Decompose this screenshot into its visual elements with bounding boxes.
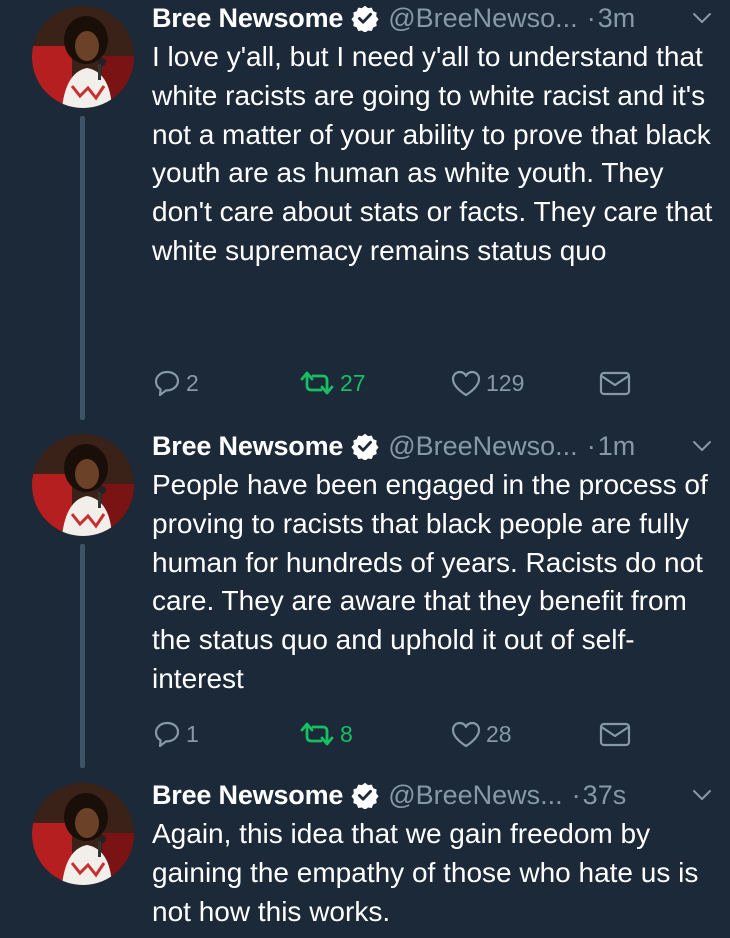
retweet-icon <box>300 371 334 395</box>
envelope-icon <box>599 371 631 396</box>
direct-message-button[interactable] <box>598 716 632 752</box>
tweet-header: Bree Newsome @BreeNews... · 37s <box>152 777 718 813</box>
display-name[interactable]: Bree Newsome <box>152 780 343 811</box>
chevron-down-icon[interactable] <box>690 783 714 807</box>
like-count: 129 <box>486 369 525 396</box>
tweet-header: Bree Newsome @BreeNewso... · 1m <box>152 428 718 464</box>
tweet-3[interactable]: Bree Newsome @BreeNews... · 37s Again, t… <box>0 777 730 938</box>
separator-dot: · <box>586 2 596 33</box>
retweet-count: 8 <box>340 720 353 747</box>
avatar[interactable] <box>32 783 134 885</box>
envelope-icon <box>599 722 631 747</box>
retweet-button[interactable]: 8 <box>298 716 353 752</box>
tweet-text: I love y'all, but I need y'all to unders… <box>152 41 713 266</box>
verified-badge-icon <box>351 782 379 809</box>
like-button[interactable]: 129 <box>450 365 524 401</box>
chevron-down-icon[interactable] <box>690 6 714 30</box>
timestamp[interactable]: 37s <box>583 780 627 811</box>
separator-dot: · <box>586 430 596 461</box>
like-count: 28 <box>486 720 512 747</box>
reply-icon <box>154 370 180 397</box>
reply-icon <box>154 721 180 748</box>
reply-count: 2 <box>186 369 199 396</box>
verified-badge-icon <box>351 5 379 32</box>
chevron-down-icon[interactable] <box>690 434 714 458</box>
like-button[interactable]: 28 <box>450 716 512 752</box>
thread-line <box>80 544 85 768</box>
avatar[interactable] <box>32 434 134 536</box>
display-name[interactable]: Bree Newsome <box>152 3 343 34</box>
thread-line <box>80 116 85 420</box>
direct-message-button[interactable] <box>598 365 632 401</box>
tweet-header: Bree Newsome @BreeNewso... · 3m <box>152 0 718 36</box>
tweet-1[interactable]: Bree Newsome @BreeNewso... · 3m I love y… <box>0 0 730 420</box>
tweet-actions: 1 8 28 <box>152 716 642 752</box>
heart-icon <box>451 370 481 397</box>
separator-dot: · <box>571 779 581 810</box>
avatar[interactable] <box>32 6 134 108</box>
timestamp[interactable]: 3m <box>598 3 636 34</box>
tweet-text: Again, this idea that we gain freedom by… <box>152 818 699 927</box>
retweet-count: 27 <box>340 369 366 396</box>
retweet-button[interactable]: 27 <box>298 365 366 401</box>
reply-button[interactable]: 2 <box>152 365 199 401</box>
handle[interactable]: @BreeNewso... <box>388 3 577 34</box>
handle[interactable]: @BreeNews... <box>388 780 562 811</box>
timestamp[interactable]: 1m <box>598 431 636 462</box>
heart-icon <box>451 721 481 748</box>
tweet-2[interactable]: Bree Newsome @BreeNewso... · 1m People h… <box>0 428 730 768</box>
display-name[interactable]: Bree Newsome <box>152 431 343 462</box>
handle[interactable]: @BreeNewso... <box>388 431 577 462</box>
reply-count: 1 <box>186 720 199 747</box>
verified-badge-icon <box>351 433 379 460</box>
retweet-icon <box>300 722 334 746</box>
tweet-timeline: Bree Newsome @BreeNewso... · 3m I love y… <box>0 0 730 938</box>
tweet-text: People have been engaged in the process … <box>152 469 708 694</box>
reply-button[interactable]: 1 <box>152 716 199 752</box>
tweet-actions: 2 27 129 <box>152 365 642 401</box>
